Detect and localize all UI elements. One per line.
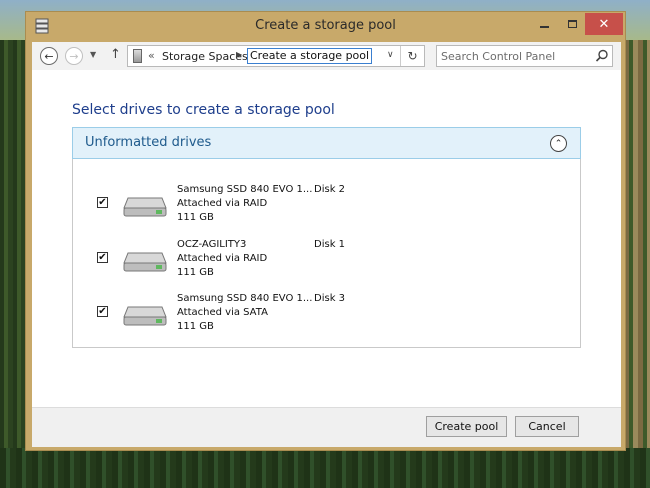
- dialog-footer: Create pool Cancel: [32, 407, 621, 447]
- unformatted-drives-group: Unformatted drives ⌃ ✔ Samsung SSD 840 E…: [72, 127, 581, 348]
- drive-checkbox[interactable]: ✔: [97, 252, 108, 263]
- refresh-icon: ↻: [407, 49, 418, 63]
- chevron-up-icon: ⌃: [554, 138, 563, 149]
- breadcrumb-arrow-icon[interactable]: ▶: [236, 50, 242, 59]
- storage-pool-window: Create a storage pool ✕ ← → ▼ ↑ « Storag…: [25, 11, 626, 451]
- back-button[interactable]: ←: [40, 47, 58, 65]
- up-arrow-icon: ↑: [110, 47, 121, 62]
- drive-size: 111 GB: [177, 212, 214, 223]
- drive-size: 111 GB: [177, 321, 214, 332]
- close-button[interactable]: ✕: [585, 13, 623, 35]
- create-pool-button[interactable]: Create pool: [426, 416, 507, 437]
- hard-drive-icon: [123, 306, 167, 326]
- back-arrow-icon: ←: [44, 49, 54, 63]
- address-overflow-chevron[interactable]: «: [148, 49, 155, 62]
- address-bar[interactable]: « Storage Spaces ▶ Create a storage pool…: [127, 45, 425, 67]
- cancel-button[interactable]: Cancel: [515, 416, 579, 437]
- address-history-dropdown[interactable]: ∨: [387, 50, 394, 60]
- breadcrumb-storage-spaces[interactable]: Storage Spaces: [162, 50, 248, 63]
- refresh-button[interactable]: ↻: [400, 46, 424, 66]
- drive-connection: Attached via SATA: [177, 307, 268, 318]
- drive-checkbox[interactable]: ✔: [97, 197, 108, 208]
- forward-arrow-icon: →: [69, 49, 79, 63]
- minimize-button[interactable]: [531, 13, 557, 35]
- drive-name: Samsung SSD 840 EVO 1...: [177, 293, 313, 304]
- search-box[interactable]: [436, 45, 613, 67]
- title-bar[interactable]: Create a storage pool ✕: [26, 12, 625, 40]
- group-header[interactable]: Unformatted drives ⌃: [72, 127, 581, 159]
- navigation-bar: ← → ▼ ↑ « Storage Spaces ▶ Create a stor…: [32, 42, 621, 70]
- drive-size: 111 GB: [177, 267, 214, 278]
- minimize-icon: [539, 26, 549, 28]
- hard-drive-icon: [123, 197, 167, 217]
- collapse-group-button[interactable]: ⌃: [550, 135, 567, 152]
- hard-drive-icon: [123, 252, 167, 272]
- maximize-icon: [567, 20, 577, 28]
- drive-name: OCZ-AGILITY3: [177, 239, 247, 250]
- storage-spaces-icon: [133, 49, 142, 63]
- recent-locations-button[interactable]: ▼: [90, 50, 96, 59]
- drive-disk-number: Disk 3: [314, 293, 346, 304]
- search-input[interactable]: [441, 48, 591, 64]
- chevron-down-icon: ▼: [90, 50, 97, 59]
- forward-button[interactable]: →: [65, 47, 83, 65]
- drive-connection: Attached via RAID: [177, 253, 268, 264]
- up-level-button[interactable]: ↑: [110, 47, 121, 62]
- breadcrumb-current-location[interactable]: Create a storage pool: [247, 48, 373, 64]
- drive-connection: Attached via RAID: [177, 198, 268, 209]
- drive-row[interactable]: ✔ Samsung SSD 840 EVO 1... Attached via …: [73, 293, 580, 347]
- page-heading: Select drives to create a storage pool: [72, 102, 335, 118]
- group-title: Unformatted drives: [85, 135, 212, 150]
- maximize-button[interactable]: [559, 13, 585, 35]
- main-content: Select drives to create a storage pool U…: [32, 70, 621, 407]
- drive-disk-number: Disk 2: [314, 184, 346, 195]
- desktop-background-trees-bottom: [0, 448, 650, 488]
- drive-disk-number: Disk 1: [314, 239, 346, 250]
- drive-row[interactable]: ✔ Samsung SSD 840 EVO 1... Attached via …: [73, 184, 580, 238]
- desktop-background-trees-right: [624, 40, 650, 488]
- search-icon[interactable]: [595, 49, 609, 63]
- drive-row[interactable]: ✔ OCZ-AGILITY3 Attached via RAID 111 GB …: [73, 239, 580, 293]
- close-icon: ✕: [598, 16, 610, 32]
- drive-checkbox[interactable]: ✔: [97, 306, 108, 317]
- drive-name: Samsung SSD 840 EVO 1...: [177, 184, 313, 195]
